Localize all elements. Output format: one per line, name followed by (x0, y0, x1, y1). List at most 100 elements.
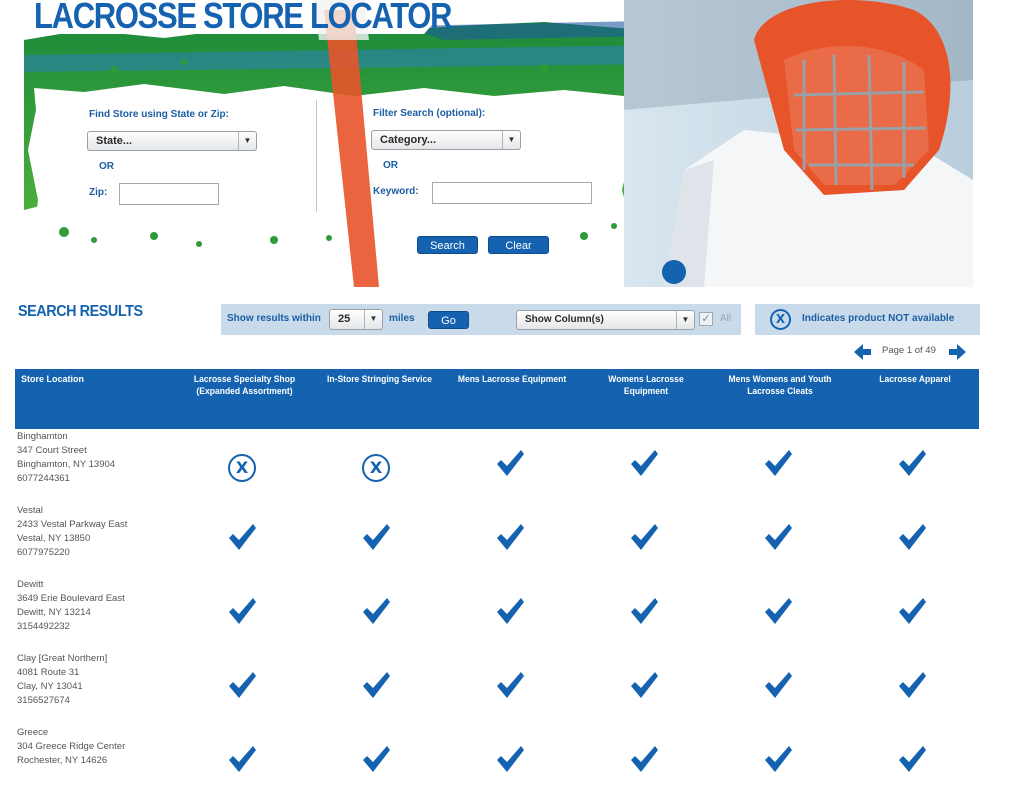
or-label: OR (99, 161, 114, 172)
table-row: Binghamton 347 Court Street Binghamton, NY… (0, 430, 1024, 504)
store-address: 347 Court Street (17, 445, 87, 456)
check-icon (222, 596, 262, 636)
check-icon (892, 670, 932, 710)
miles-label: miles (389, 313, 415, 324)
zip-input[interactable] (119, 183, 219, 205)
store-location: Vestal 2433 Vestal Parkway East Vestal, NY… (17, 504, 127, 560)
check-icon (222, 670, 262, 710)
all-columns-checkbox[interactable]: ✓ (699, 312, 713, 326)
table-row: Dewitt 3649 Erie Boulevard East Dewitt, NY… (0, 578, 1024, 652)
check-icon (758, 596, 798, 636)
store-location: Binghamton 347 Court Street Binghamton, NY… (17, 430, 115, 486)
show-columns-select[interactable]: Show Column(s) ▼ (516, 310, 695, 330)
zip-label: Zip: (89, 187, 108, 198)
show-within-label: Show results within (227, 313, 321, 324)
store-address: 2433 Vestal Parkway East (17, 519, 128, 530)
check-icon (758, 522, 798, 562)
category-select[interactable]: Category... ▼ (371, 130, 521, 150)
check-icon (758, 448, 798, 488)
store-phone: 6077244361 (17, 473, 70, 484)
page-indicator: Page 1 of 49 (882, 345, 936, 356)
check-icon (490, 670, 530, 710)
check-icon (490, 522, 530, 562)
go-button[interactable]: Go (428, 311, 469, 329)
all-label: All (720, 313, 732, 324)
show-columns-value: Show Column(s) (525, 314, 604, 325)
column-header-stringing-service: In-Store Stringing Service (326, 374, 433, 384)
store-phone: 3156527674 (17, 695, 70, 706)
table-row: Clay [Great Northern] 4081 Route 31 Clay, … (0, 652, 1024, 726)
state-select-value: State... (96, 135, 133, 147)
store-city: Binghamton, NY 13904 (17, 459, 116, 470)
check-icon (758, 744, 798, 784)
check-icon (758, 670, 798, 710)
store-name: Vestal (17, 505, 43, 516)
check-icon (222, 522, 262, 562)
store-name: Binghamton (17, 431, 68, 442)
hero-banner: LACROSSE STORE LOCATOR Find Store using … (0, 0, 1024, 290)
find-store-label: Find Store using State or Zip: (89, 109, 229, 120)
store-city: Vestal, NY 13850 (17, 533, 91, 544)
chevron-down-icon: ▼ (676, 311, 694, 329)
x-circle-icon: X (356, 448, 396, 488)
keyword-label: Keyword: (373, 186, 419, 197)
store-name: Clay [Great Northern] (17, 653, 108, 664)
results-filter-bar: Show results within 25 ▼ miles Go Show C… (221, 304, 741, 335)
category-select-value: Category... (380, 134, 437, 146)
next-arrow-icon[interactable] (948, 342, 968, 362)
column-header-store-location: Store Location (21, 374, 85, 384)
keyword-input[interactable] (432, 182, 592, 204)
column-header-womens-equipment: Womens Lacrosse Equipment (608, 374, 684, 396)
filter-search-label: Filter Search (optional): (373, 108, 486, 119)
legend-bar: X Indicates product NOT available (755, 304, 980, 335)
store-city: Dewitt, NY 13214 (17, 607, 91, 618)
store-city: Clay, NY 13041 (17, 681, 83, 692)
results-table-header: Store Location Lacrosse Specialty Shop (… (15, 369, 979, 429)
search-results-heading: SEARCH RESULTS (18, 303, 143, 320)
check-icon (892, 744, 932, 784)
check-icon (356, 744, 396, 784)
search-button[interactable]: Search (417, 236, 478, 254)
check-icon (892, 522, 932, 562)
check-icon (356, 670, 396, 710)
chevron-down-icon: ▼ (364, 310, 382, 329)
form-divider (316, 100, 317, 212)
clear-button[interactable]: Clear (488, 236, 549, 254)
column-header-mens-equipment: Mens Lacrosse Equipment (457, 374, 567, 384)
check-icon (356, 522, 396, 562)
store-location: Dewitt 3649 Erie Boulevard East Dewitt, NY… (17, 578, 125, 634)
pagination: Page 1 of 49 (852, 340, 972, 364)
check-icon (892, 448, 932, 488)
x-circle-icon: X (770, 309, 791, 330)
miles-select[interactable]: 25 ▼ (329, 309, 383, 330)
store-location: Clay [Great Northern] 4081 Route 31 Clay, … (17, 652, 107, 708)
check-icon (490, 448, 530, 488)
or-label: OR (383, 160, 398, 171)
check-icon (624, 744, 664, 784)
check-icon (624, 448, 664, 488)
legend-text: Indicates product NOT available (802, 313, 955, 324)
column-header-specialty-shop: Lacrosse Specialty Shop (Expanded Assort… (193, 374, 296, 396)
store-phone: 6077975220 (17, 547, 70, 558)
check-icon (624, 670, 664, 710)
check-icon (624, 596, 664, 636)
check-icon (222, 744, 262, 784)
prev-arrow-icon[interactable] (852, 342, 872, 362)
column-header-apparel: Lacrosse Apparel (879, 374, 951, 384)
store-city: Rochester, NY 14626 (17, 755, 108, 766)
table-row: Greece 304 Greece Ridge Center Rochester, … (0, 726, 1024, 800)
check-icon (356, 596, 396, 636)
table-row: Vestal 2433 Vestal Parkway East Vestal, NY… (0, 504, 1024, 578)
store-name: Dewitt (17, 579, 44, 590)
check-icon (624, 522, 664, 562)
x-circle-icon: X (222, 448, 262, 488)
store-address: 3649 Erie Boulevard East (17, 593, 125, 604)
miles-select-value: 25 (338, 313, 351, 325)
store-address: 4081 Route 31 (17, 667, 80, 678)
chevron-down-icon: ▼ (502, 131, 520, 149)
check-icon (892, 596, 932, 636)
chevron-down-icon: ▼ (238, 132, 256, 150)
check-icon (490, 744, 530, 784)
column-header-cleats: Mens Womens and Youth Lacrosse Cleats (728, 374, 832, 396)
state-select[interactable]: State... ▼ (87, 131, 257, 151)
